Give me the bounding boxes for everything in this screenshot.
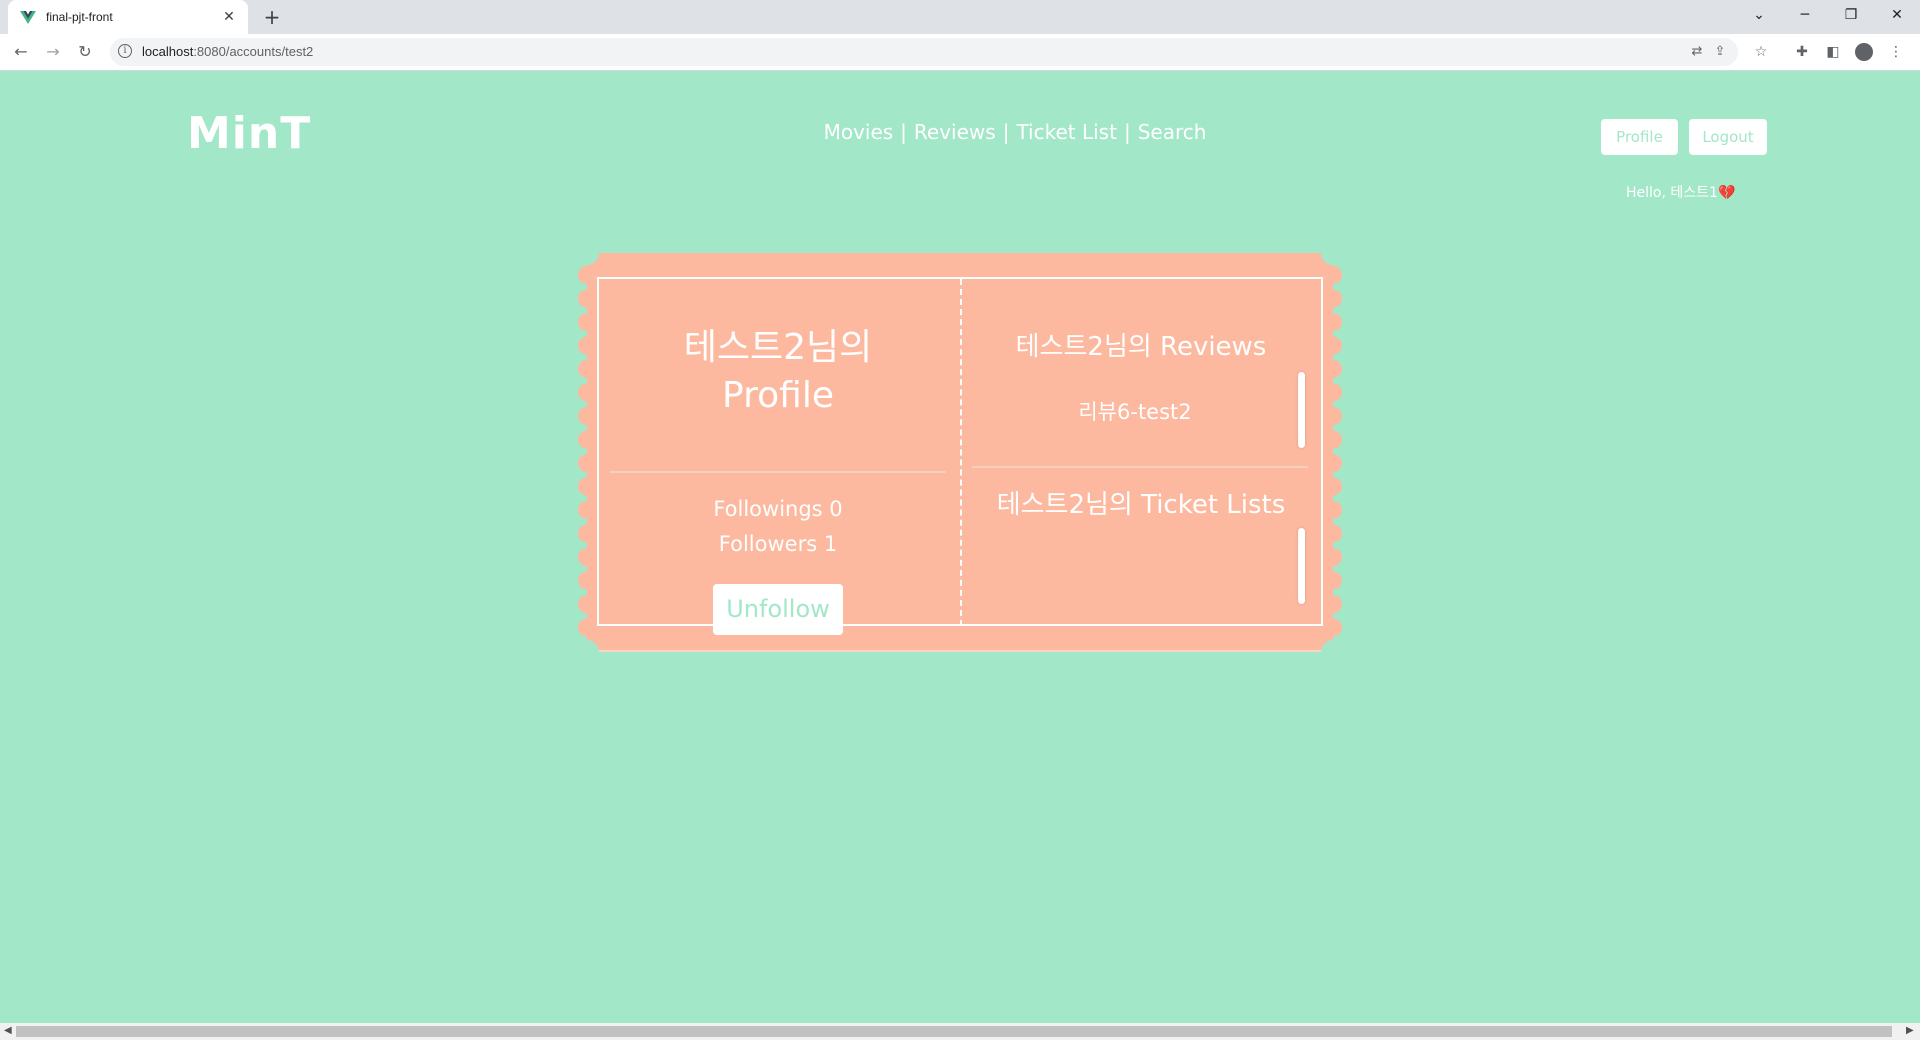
ticket-scallop-left xyxy=(578,618,596,637)
ticket-scallop-right xyxy=(1324,595,1342,613)
broken-heart-icon: 💔 xyxy=(1717,185,1736,201)
ticket-scallop-right xyxy=(1324,289,1342,308)
ticket-scallop-right xyxy=(1324,477,1342,496)
scroll-left-icon[interactable]: ◀ xyxy=(4,1025,12,1036)
ticket-scallop-left xyxy=(578,501,596,519)
new-tab-button[interactable]: + xyxy=(259,4,285,30)
ticket-scallop-left xyxy=(578,454,596,472)
ticket-scallop-right xyxy=(1324,336,1342,355)
reviews-title: 테스트2님의 Reviews xyxy=(1015,332,1267,362)
site-info-icon[interactable]: i xyxy=(118,44,132,58)
nav-separator: | xyxy=(1002,120,1010,144)
ticket-scallop-right xyxy=(1324,430,1342,449)
ticket-scallop-right xyxy=(1324,548,1342,566)
ticket-scallop-right xyxy=(1324,266,1342,284)
ticket-scallop-right xyxy=(1324,313,1342,331)
left-divider xyxy=(610,471,946,473)
ticket-perforation xyxy=(960,279,962,626)
close-window-icon[interactable]: ✕ xyxy=(1874,0,1920,30)
browser-tab[interactable]: final-pjt-front ✕ xyxy=(8,0,248,34)
ticket-scallop-right xyxy=(1324,454,1342,472)
reload-icon[interactable]: ↻ xyxy=(73,40,97,64)
scroll-right-icon[interactable]: ▶ xyxy=(1906,1025,1914,1036)
nav-reviews[interactable]: Reviews xyxy=(914,120,996,144)
ticket-scallop-right xyxy=(1324,524,1342,543)
followers-count[interactable]: Followers 1 xyxy=(599,527,957,562)
ticket-scallop-right xyxy=(1324,501,1342,519)
horizontal-scrollbar[interactable]: ◀ ▶ xyxy=(0,1023,1920,1040)
profile-avatar-icon[interactable] xyxy=(1855,43,1873,61)
ticket-scallop-right xyxy=(1324,571,1342,590)
ticket-scallop-right xyxy=(1324,360,1342,378)
bookmark-star-icon[interactable]: ☆ xyxy=(1751,42,1771,62)
nav-separator: | xyxy=(1123,120,1131,144)
ticket-scallop-left xyxy=(578,430,596,449)
ticket-lists-title: 테스트2님의 Ticket Lists xyxy=(996,490,1286,520)
back-icon[interactable]: ← xyxy=(9,40,33,64)
restore-icon[interactable]: ❐ xyxy=(1828,0,1874,30)
ticket-scallop-left xyxy=(578,477,596,496)
profile-button[interactable]: Profile xyxy=(1601,119,1678,155)
address-bar[interactable]: i localhost:8080/accounts/test2 ⇄ ⇪ xyxy=(110,38,1738,66)
ticket-scallop-right xyxy=(1324,618,1342,637)
ticket-scallop-right xyxy=(1324,383,1342,402)
followings-count[interactable]: Followings 0 xyxy=(599,492,957,527)
nav-search[interactable]: Search xyxy=(1138,120,1207,144)
side-panel-icon[interactable]: ◧ xyxy=(1823,42,1843,62)
greeting: Hello, 테스트1💔 xyxy=(1626,182,1735,202)
ticket-scallop-left xyxy=(578,336,596,355)
profile-title-line1: 테스트2님의 xyxy=(683,327,873,368)
ticket-scallop-right xyxy=(1324,407,1342,425)
unfollow-button[interactable]: Unfollow xyxy=(713,584,843,635)
minimize-icon[interactable]: ─ xyxy=(1782,0,1828,30)
nav-separator: | xyxy=(900,120,907,144)
logout-button[interactable]: Logout xyxy=(1689,119,1767,155)
vue-logo-icon xyxy=(20,11,36,24)
greeting-text: Hello, 테스트1 xyxy=(1626,185,1718,201)
right-divider xyxy=(972,466,1308,468)
browser-tab-bar: final-pjt-front ✕ + ⌄ ─ ❐ ✕ xyxy=(0,0,1920,34)
reviews-scrollbar[interactable] xyxy=(1298,372,1305,448)
review-item[interactable]: 리뷰6-test2 xyxy=(968,396,1302,426)
url-text[interactable]: localhost:8080/accounts/test2 xyxy=(142,44,313,59)
profile-title-line2: Profile xyxy=(722,375,834,416)
tab-search-icon[interactable]: ⌄ xyxy=(1736,0,1782,30)
tab-close-icon[interactable]: ✕ xyxy=(220,9,238,25)
follow-stats: Followings 0 Followers 1 xyxy=(599,492,957,562)
profile-title: 테스트2님의 Profile xyxy=(599,324,957,420)
horizontal-scroll-thumb[interactable] xyxy=(16,1026,1892,1037)
translate-icon[interactable]: ⇄ xyxy=(1688,43,1706,61)
nav-movies[interactable]: Movies xyxy=(824,120,894,144)
browser-toolbar: ← → ↻ i localhost:8080/accounts/test2 ⇄ … xyxy=(0,34,1920,71)
ticket-scallop-left xyxy=(578,571,596,590)
extensions-icon[interactable]: ✚ xyxy=(1792,42,1812,62)
ticket-scallop-left xyxy=(578,383,596,402)
ticket-scallop-left xyxy=(578,360,596,378)
share-icon[interactable]: ⇪ xyxy=(1711,43,1729,61)
ticket-scallop-left xyxy=(578,524,596,543)
nav-ticket-list[interactable]: Ticket List xyxy=(1016,120,1117,144)
menu-kebab-icon[interactable]: ⋮ xyxy=(1886,42,1906,62)
tab-title: final-pjt-front xyxy=(46,10,113,24)
ticket-scallop-left xyxy=(578,595,596,613)
ticket-scallop-left xyxy=(578,313,596,331)
ticket-scallop-left xyxy=(578,407,596,425)
ticket-scallop-left xyxy=(578,266,596,284)
ticket-scallop-left xyxy=(578,548,596,566)
ticket-scallop-left xyxy=(578,289,596,308)
ticket-lists-scrollbar[interactable] xyxy=(1298,528,1305,604)
forward-icon[interactable]: → xyxy=(41,40,65,64)
